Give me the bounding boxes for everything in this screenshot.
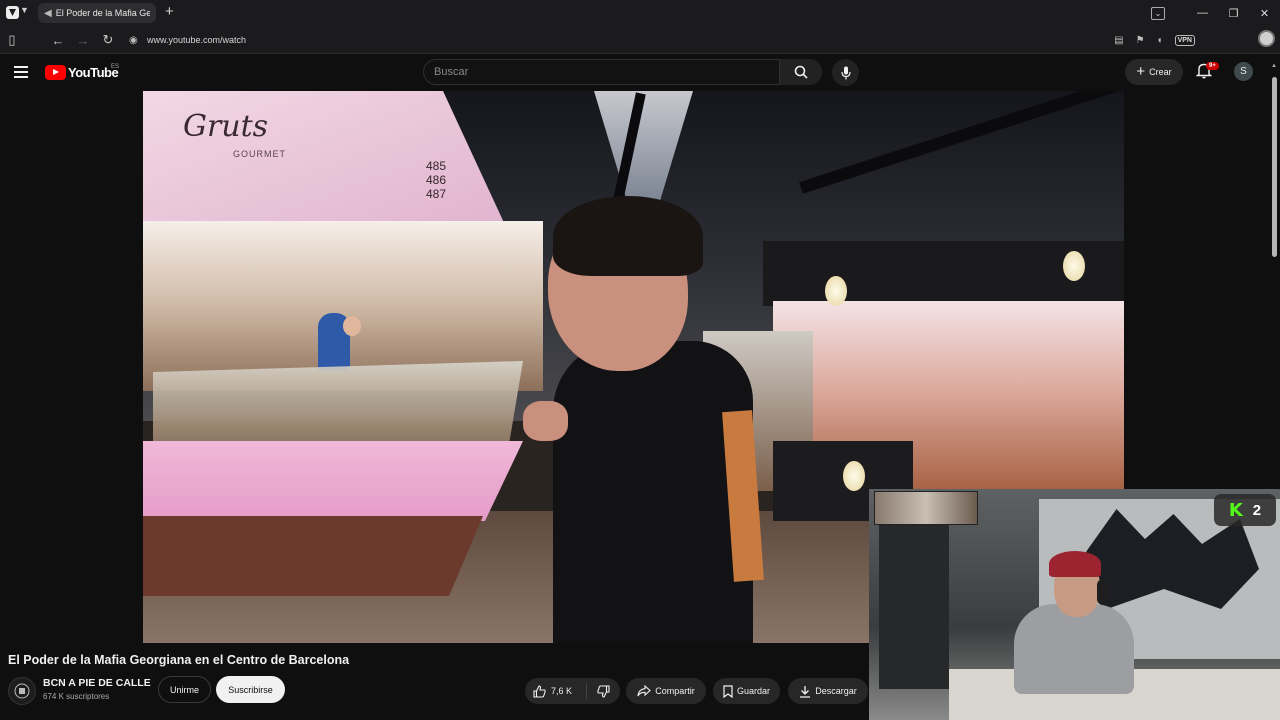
kick-icon: K (1228, 499, 1243, 521)
channel-logo-icon (14, 683, 30, 699)
back-icon[interactable]: ← (49, 31, 67, 49)
browser-profile-avatar[interactable] (1258, 30, 1275, 47)
video-scene-counter-base (143, 441, 523, 521)
channel-name[interactable]: BCN A PIE DE CALLE (43, 677, 151, 689)
scroll-up-icon[interactable]: ▲ (1271, 63, 1277, 69)
browser-tab[interactable]: ◀ El Poder de la Mafia Georgiana (38, 3, 156, 23)
url-text[interactable]: www.youtube.com/watch (147, 35, 246, 45)
create-button[interactable]: + Crear (1125, 59, 1183, 85)
forward-icon[interactable]: → (74, 31, 92, 49)
video-scene-person-hand (523, 401, 568, 441)
video-scene-vendor-head (343, 316, 361, 336)
vpn-badge[interactable]: VPN (1174, 34, 1195, 46)
new-tab-button[interactable]: + (165, 4, 174, 20)
youtube-play-logo-icon (45, 65, 66, 80)
kiosk-numbers: 485 486 487 (426, 159, 446, 201)
site-info-icon[interactable]: ◉ (129, 35, 143, 46)
notification-count-badge: 9+ (1206, 62, 1219, 70)
browser-logo-icon[interactable] (6, 6, 19, 19)
webcam-streamer-body (1014, 604, 1134, 694)
url-field[interactable]: ◉ www.youtube.com/watch ▤ ⚑ ◖ VPN (125, 30, 1195, 50)
plus-icon: + (1136, 63, 1146, 80)
viewer-count-badge: K 2 (1214, 494, 1276, 526)
like-dislike-group: 7,6 K (525, 678, 620, 704)
video-scene-lamp (843, 461, 865, 491)
download-icon (800, 685, 811, 698)
download-button[interactable]: Descargar (788, 678, 868, 704)
dislike-button[interactable] (587, 684, 620, 698)
subscriber-count: 674 K suscriptores (43, 692, 110, 701)
search-icon (794, 65, 808, 79)
tab-audio-icon[interactable]: ◀ (44, 8, 52, 19)
browser-address-bar: ▯ ← → ↻ ◉ www.youtube.com/watch ▤ ⚑ ◖ VP… (0, 26, 1280, 54)
hamburger-menu-icon[interactable] (14, 66, 28, 78)
search-input[interactable]: Buscar (423, 59, 780, 85)
webcam-streamer-cap (1049, 551, 1101, 577)
share-label: Compartir (655, 686, 695, 696)
video-scene-counter-bottom (143, 516, 483, 596)
close-icon[interactable]: ✕ (1249, 0, 1280, 26)
tab-search-icon[interactable]: ⌄ (1151, 6, 1165, 20)
share-button[interactable]: Compartir (626, 678, 706, 704)
video-title: El Poder de la Mafia Georgiana en el Cen… (8, 653, 350, 667)
save-button[interactable]: Guardar (713, 678, 780, 704)
video-scene-person-hair (553, 196, 703, 276)
voice-search-button[interactable] (832, 59, 859, 86)
subscribe-button[interactable]: Suscribirse (216, 676, 285, 703)
kiosk-brand-text: Gruts (183, 109, 269, 144)
video-scene-lamp (825, 276, 847, 306)
video-scene-person (553, 341, 753, 643)
kiosk-number: 487 (426, 187, 447, 201)
save-label: Guardar (736, 686, 771, 696)
microphone-icon (840, 66, 851, 79)
account-avatar[interactable]: S (1234, 62, 1253, 81)
search-button[interactable] (780, 59, 822, 85)
sidebar-toggle-icon[interactable]: ▯ (3, 31, 21, 49)
restore-icon[interactable]: ❐ (1218, 0, 1249, 26)
webcam-shelf (879, 519, 949, 689)
like-button[interactable]: 7,6 K (525, 683, 587, 699)
create-label: Crear (1149, 67, 1172, 77)
webcam-overlay: K 2 (869, 489, 1280, 720)
reload-icon[interactable]: ↻ (99, 31, 117, 49)
webcam-headset (1097, 579, 1109, 605)
download-label: Descargar (815, 686, 857, 696)
minimize-icon[interactable]: — (1187, 0, 1218, 26)
thumbs-down-icon (597, 684, 610, 698)
channel-avatar[interactable] (8, 677, 36, 705)
kiosk-number: 486 (426, 173, 447, 187)
kiosk-number: 485 (426, 159, 447, 173)
kiosk-sub-text: GOURMET (233, 149, 286, 159)
tab-title: El Poder de la Mafia Georgiana (55, 8, 150, 18)
bookmark-icon[interactable]: ⚑ (1136, 35, 1145, 46)
youtube-logo[interactable]: YouTube (45, 65, 119, 80)
country-code: ES (111, 64, 120, 70)
share-icon (637, 685, 652, 697)
join-button[interactable]: Unirme (158, 676, 211, 703)
browser-tab-bar: ▼ ◀ El Poder de la Mafia Georgiana + ⌄ —… (0, 0, 1280, 26)
youtube-header: YouTube ES Buscar + Crear 9+ S (0, 54, 1280, 91)
tab-menu-chevron-icon[interactable]: ▼ (20, 5, 29, 15)
extension-icon[interactable]: ◖ (1157, 35, 1163, 46)
scrollbar-thumb[interactable] (1272, 77, 1277, 257)
video-scene-lamp (1063, 251, 1085, 281)
viewer-count: 2 (1252, 501, 1262, 519)
like-count: 7,6 K (551, 686, 573, 696)
thumbs-up-icon (533, 684, 546, 698)
reader-mode-icon[interactable]: ▤ (1114, 35, 1123, 46)
webcam-thumbnail (874, 491, 978, 525)
bookmark-save-icon (723, 684, 733, 698)
